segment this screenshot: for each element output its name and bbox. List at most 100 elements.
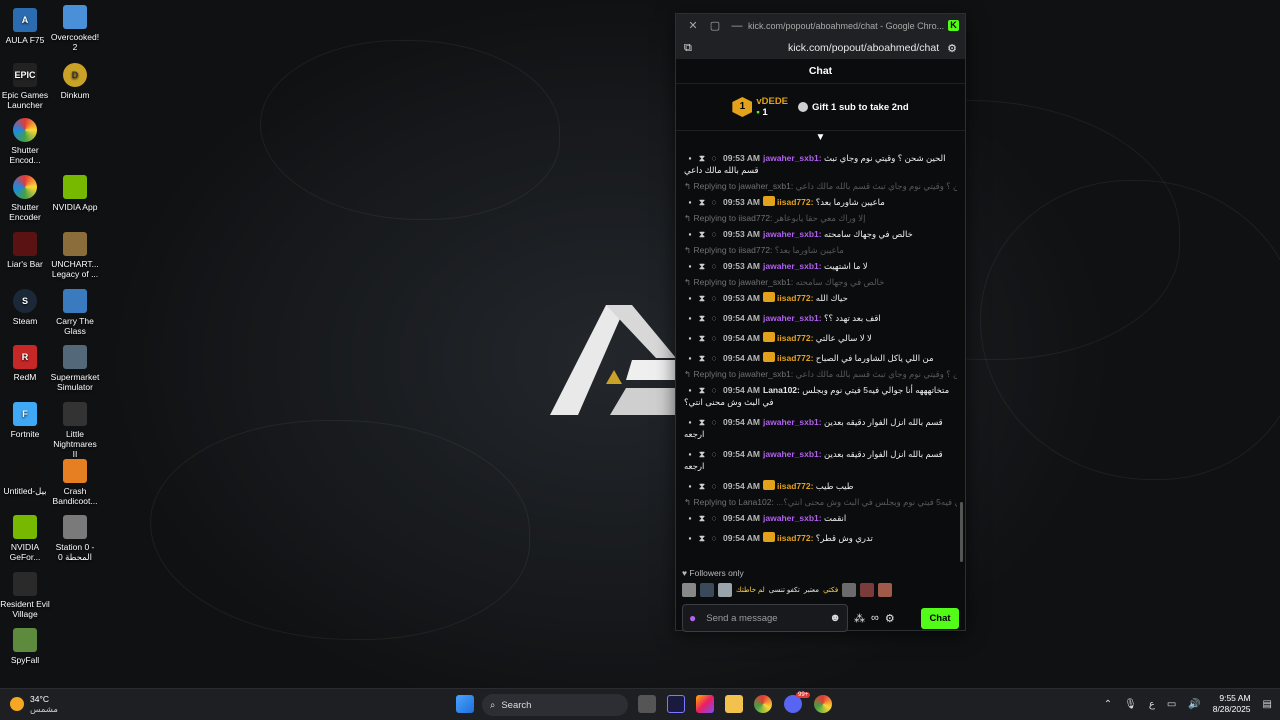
delete-icon[interactable]: ▪	[684, 352, 696, 364]
emote[interactable]	[718, 583, 732, 597]
reply-context[interactable]: ↰ Replying to iisad772: إلا وراك معي حقا…	[684, 212, 957, 224]
desktop-icon-little-nightmares[interactable]: Little Nightmares II	[50, 402, 100, 459]
message-input[interactable]: ● Send a message ☻	[682, 604, 848, 632]
network-icon[interactable]: ▭	[1167, 699, 1176, 710]
chrome-icon[interactable]	[814, 695, 832, 713]
chat-message[interactable]: ↰ Replying to jawaher_sxb1: خالص في وجها…	[684, 276, 957, 308]
message-username[interactable]: iisad772	[777, 293, 811, 303]
task-view-icon[interactable]	[638, 695, 656, 713]
taskbar-search[interactable]: ⌕ Search	[482, 694, 628, 716]
delete-icon[interactable]: ▪	[684, 448, 696, 460]
reply-context[interactable]: ↰ Replying to jawaher_sxb1: الحين شحن ؟ …	[684, 180, 957, 192]
desktop-icon-shutter-encoder[interactable]: Shutter Encoder	[0, 175, 50, 222]
timeout-icon[interactable]: ⧗	[696, 480, 708, 492]
desktop-icon-redm[interactable]: R RedM	[0, 345, 50, 382]
message-username[interactable]: jawaher_sxb1	[763, 417, 819, 427]
emote-text[interactable]: تكفو تنسى	[769, 586, 800, 594]
timeout-icon[interactable]: ⧗	[696, 196, 708, 208]
chat-message[interactable]: ↰ Replying to Lana102: ...ههه أنا جوالي …	[684, 496, 957, 528]
timeout-icon[interactable]: ⧗	[696, 384, 708, 396]
url-text[interactable]: kick.com/popout/aboahmed/chat	[692, 42, 947, 54]
timeout-icon[interactable]: ⧗	[696, 512, 708, 524]
desktop-icon-dinkum[interactable]: D Dinkum	[50, 63, 100, 100]
desktop-icon-fortnite[interactable]: F Fortnite	[0, 402, 50, 439]
message-username[interactable]: iisad772	[777, 197, 811, 207]
message-username[interactable]: iisad772	[777, 353, 811, 363]
desktop-icon-untitled[interactable]: Untitled-بيل	[0, 459, 50, 496]
delete-icon[interactable]: ▪	[684, 196, 696, 208]
microphone-icon[interactable]: ●	[689, 611, 696, 625]
gift-sub-cta[interactable]: Gift 1 sub to take 2nd	[798, 102, 909, 113]
delete-icon[interactable]: ▪	[684, 416, 696, 428]
send-chat-button[interactable]: Chat	[921, 607, 959, 629]
emote[interactable]	[860, 583, 875, 597]
chat-message[interactable]: ▪ ⧗ ◌ 09:54 AM iisad772: لا لا سالي عالتي	[684, 328, 957, 348]
desktop-icon-liars-bar[interactable]: Liar's Bar	[0, 232, 50, 269]
message-username[interactable]: jawaher_sxb1	[763, 261, 819, 271]
chat-message[interactable]: ▪ ⧗ ◌ 09:54 AM iisad772: تدري وش قطر؟	[684, 528, 957, 548]
delete-icon[interactable]: ▪	[684, 312, 696, 324]
instagram-icon[interactable]	[696, 695, 714, 713]
message-username[interactable]: iisad772	[777, 333, 811, 343]
reply-context[interactable]: ↰ Replying to iisad772: ماعيبن شاورما بع…	[684, 244, 957, 256]
desktop-icon-nvidia-geforce[interactable]: NVIDIA GeFor...	[0, 515, 50, 562]
settings-icon[interactable]: ⚙	[885, 612, 895, 625]
premiere-pro-icon[interactable]	[667, 695, 685, 713]
delete-icon[interactable]: ▪	[684, 260, 696, 272]
chat-message[interactable]: ↰ Replying to jawaher_sxb1: الحين شحن ؟ …	[684, 368, 957, 412]
timeout-icon[interactable]: ⧗	[696, 292, 708, 304]
volume-icon[interactable]: 🔊	[1188, 699, 1200, 710]
emote-text[interactable]: فكتي	[823, 586, 838, 594]
chrome-icon[interactable]	[754, 695, 772, 713]
timeout-icon[interactable]: ⧗	[696, 332, 708, 344]
top-gifter[interactable]: 1 vDEDE ▪ 1	[732, 96, 788, 118]
message-username[interactable]: jawaher_sxb1	[763, 513, 819, 523]
chat-message[interactable]: ↰ Replying to iisad772: ماعيبن شاورما بع…	[684, 244, 957, 276]
desktop-icon-epic[interactable]: EPIC Epic Games Launcher	[0, 63, 50, 110]
timeout-icon[interactable]: ⧗	[696, 448, 708, 460]
chevron-up-icon[interactable]: ⌃	[1104, 699, 1112, 710]
chat-message[interactable]: ▪ ⧗ ◌ 09:54 AM jawaher_sxb1: قسم بالله انزل …	[684, 444, 957, 476]
site-settings-icon[interactable]: ⚙	[947, 42, 957, 55]
timeout-icon[interactable]: ⧗	[696, 228, 708, 240]
desktop-icon-supermarket[interactable]: Supermarket Simulator	[50, 345, 100, 392]
desktop-icon-overcooked[interactable]: Overcooked! 2	[50, 5, 100, 52]
language-indicator[interactable]: ع	[1149, 699, 1155, 710]
chat-message[interactable]: ▪ ⧗ ◌ 09:54 AM iisad772: طيب طيب	[684, 476, 957, 496]
emote[interactable]	[700, 583, 714, 597]
message-username[interactable]: jawaher_sxb1	[763, 313, 819, 323]
delete-icon[interactable]: ▪	[684, 332, 696, 344]
delete-icon[interactable]: ▪	[684, 152, 696, 164]
message-username[interactable]: jawaher_sxb1	[763, 449, 819, 459]
emote-text[interactable]: لم خاطتك	[736, 586, 765, 594]
desktop-icon-aula[interactable]: A AULA F75	[0, 8, 50, 45]
minimize-icon[interactable]: —	[726, 20, 748, 32]
chat-message[interactable]: ▪ ⧗ ◌ 09:54 AM jawaher_sxb1: قسم بالله انزل …	[684, 412, 957, 444]
emote[interactable]	[878, 583, 893, 597]
file-explorer-icon[interactable]	[725, 695, 743, 713]
reply-context[interactable]: ↰ Replying to jawaher_sxb1: خالص في وجها…	[684, 276, 957, 288]
chat-message[interactable]: ▪ ⧗ ◌ 09:54 AM iisad772: من اللي ياكل الشاور…	[684, 348, 957, 368]
desktop-icon-steam[interactable]: S Steam	[0, 289, 50, 326]
message-username[interactable]: iisad772	[777, 481, 811, 491]
desktop-icon-crash[interactable]: Crash Bandicoot...	[50, 459, 100, 506]
timeout-icon[interactable]: ⧗	[696, 532, 708, 544]
timeout-icon[interactable]: ⧗	[696, 152, 708, 164]
clock[interactable]: 9:55 AM 8/28/2025	[1213, 693, 1251, 715]
timeout-icon[interactable]: ⧗	[696, 352, 708, 364]
close-icon[interactable]: ✕	[682, 19, 704, 32]
notification-icon[interactable]: ▤	[1263, 699, 1272, 710]
weather-widget[interactable]: 34°C مشمس	[10, 694, 58, 714]
chat-message[interactable]: ▪ ⧗ ◌ 09:53 AM jawaher_sxb1: الحين شحن ؟ وقي…	[684, 148, 957, 180]
chat-message[interactable]: ↰ Replying to jawaher_sxb1: الحين شحن ؟ …	[684, 180, 957, 212]
message-username[interactable]: jawaher_sxb1	[763, 229, 819, 239]
maximize-icon[interactable]: ▢	[704, 19, 726, 32]
desktop-icon-carry-the-glass[interactable]: Carry The Glass	[50, 289, 100, 336]
message-username[interactable]: jawaher_sxb1	[763, 153, 819, 163]
timeout-icon[interactable]: ⧗	[696, 416, 708, 428]
reply-context[interactable]: ↰ Replying to jawaher_sxb1: الحين شحن ؟ …	[684, 368, 957, 380]
desktop-icon-shutter-encod[interactable]: Shutter Encod...	[0, 118, 50, 165]
chat-scrollbar[interactable]	[960, 502, 963, 562]
page-info-icon[interactable]: ⧉	[684, 42, 692, 55]
reply-context[interactable]: ↰ Replying to Lana102: ...ههه أنا جوالي …	[684, 496, 957, 508]
